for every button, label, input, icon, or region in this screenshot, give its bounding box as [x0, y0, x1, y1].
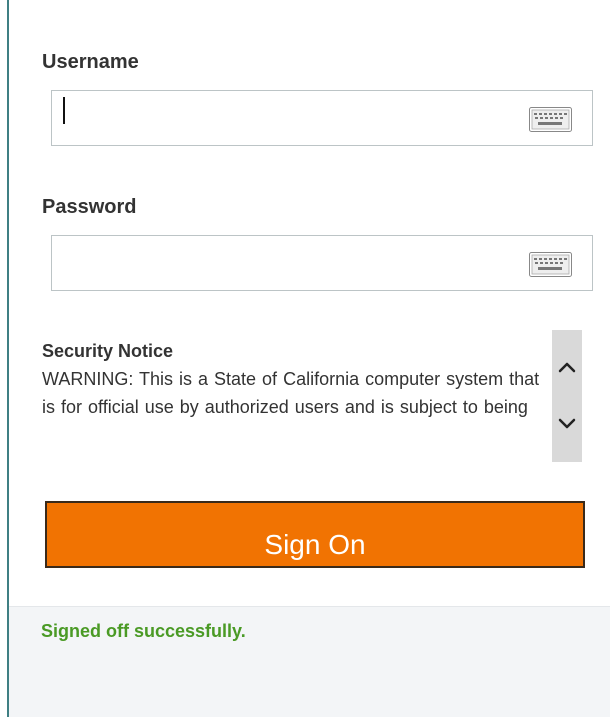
- notice-scrollbar[interactable]: [552, 330, 582, 462]
- username-label: Username: [42, 51, 139, 73]
- status-message: Signed off successfully.: [41, 621, 246, 641]
- password-label: Password: [42, 196, 137, 218]
- text-caret: [63, 97, 65, 124]
- sign-on-button[interactable]: Sign On: [45, 501, 585, 568]
- chevron-down-icon[interactable]: [556, 412, 578, 434]
- security-notice-text: WARNING: This is a State of California c…: [42, 369, 540, 417]
- virtual-keyboard-icon[interactable]: [529, 252, 572, 277]
- virtual-keyboard-icon[interactable]: [529, 107, 572, 132]
- status-footer: Signed off successfully.: [9, 606, 610, 717]
- password-field[interactable]: [51, 235, 593, 291]
- security-notice: Security Notice WARNING: This is a State…: [42, 337, 542, 463]
- username-field[interactable]: [51, 90, 593, 146]
- login-page: Username Password Security Notice WARNIN…: [0, 0, 610, 717]
- security-notice-title: Security Notice: [42, 341, 174, 361]
- chevron-up-icon[interactable]: [556, 356, 578, 378]
